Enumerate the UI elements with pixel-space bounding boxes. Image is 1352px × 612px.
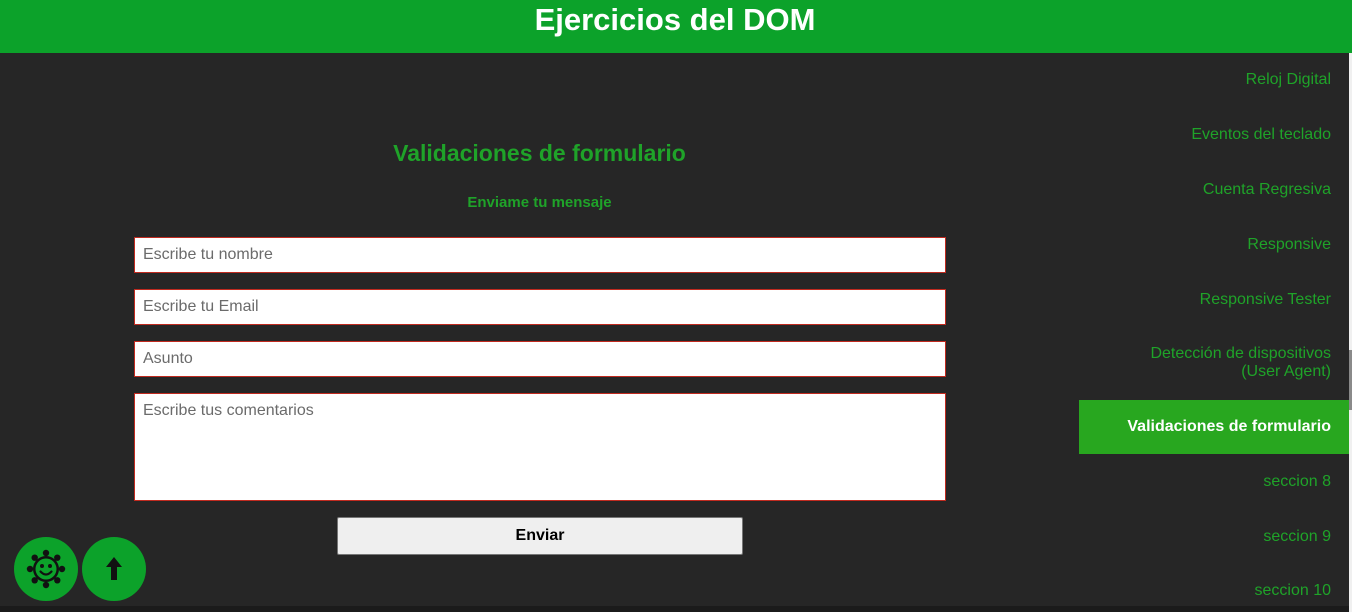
sidebar-item-seccion-9[interactable]: seccion 9 (1079, 528, 1349, 546)
sidebar-item-responsive-tester[interactable]: Responsive Tester (1079, 291, 1349, 309)
sidebar-item-responsive[interactable]: Responsive (1079, 236, 1349, 254)
sidebar-item-label: Detección de dispositivos (1150, 345, 1331, 362)
main-content: Validaciones de formulario Enviame tu me… (0, 53, 1079, 612)
form-subtitle: Enviame tu mensaje (467, 194, 612, 211)
sidebar-item-label-line2: (User Agent) (1241, 363, 1331, 380)
sidebar-item-cuenta-regresiva[interactable]: Cuenta Regresiva (1079, 181, 1349, 199)
sidebar-item-validaciones-formulario[interactable]: Validaciones de formulario (1079, 400, 1349, 454)
subject-input[interactable] (134, 341, 946, 377)
section-title: Validaciones de formulario (393, 140, 686, 166)
bottom-strip (0, 606, 1349, 612)
dark-theme-button[interactable] (14, 537, 78, 601)
sidebar-item-deteccion-dispositivos[interactable]: Detección de dispositivos (User Agent) (1079, 345, 1349, 381)
sidebar-item-seccion-8[interactable]: seccion 8 (1079, 473, 1349, 491)
submit-button[interactable]: Enviar (337, 517, 743, 555)
name-input[interactable] (134, 237, 946, 273)
scroll-top-button[interactable] (82, 537, 146, 601)
comments-textarea[interactable] (134, 393, 946, 501)
sun-face-icon (26, 549, 66, 589)
email-input[interactable] (134, 289, 946, 325)
arrow-up-icon (106, 557, 122, 580)
sidebar-item-seccion-10[interactable]: seccion 10 (1079, 582, 1349, 600)
sidebar-item-reloj-digital[interactable]: Reloj Digital (1079, 71, 1349, 89)
sidebar-nav: Reloj Digital Eventos del teclado Cuenta… (1079, 53, 1349, 612)
page-title: Ejercicios del DOM (534, 1, 816, 37)
page-header: Ejercicios del DOM (0, 0, 1352, 53)
sidebar-item-eventos-teclado[interactable]: Eventos del teclado (1079, 126, 1349, 144)
